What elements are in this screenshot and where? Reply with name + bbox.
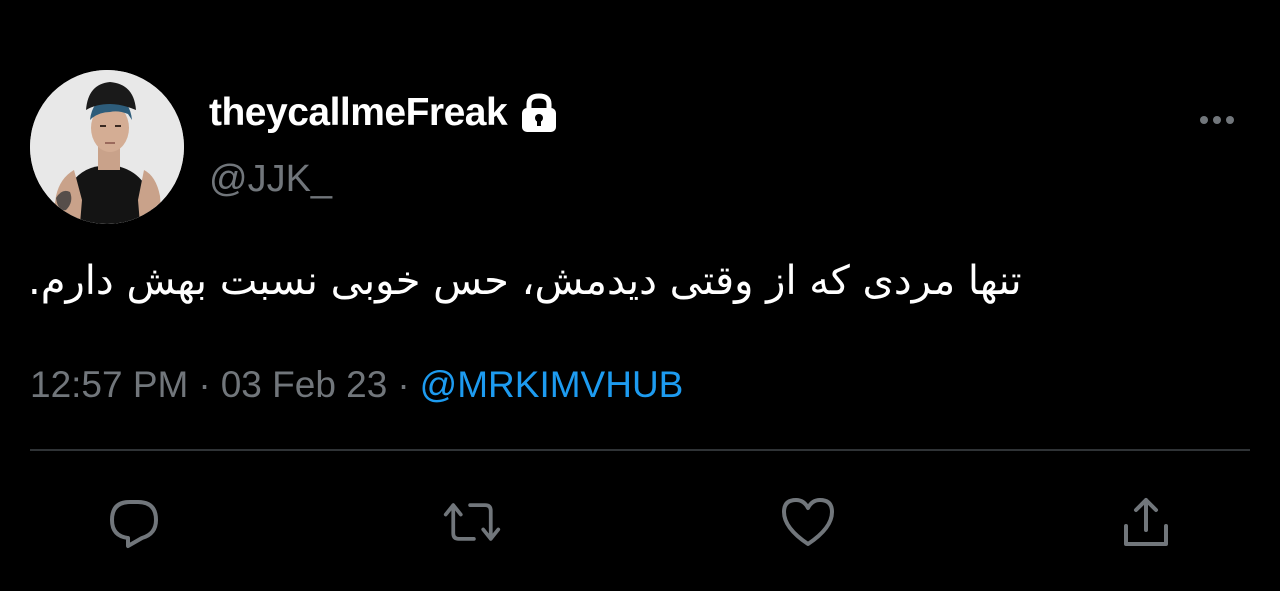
more-dots-icon (1200, 116, 1234, 124)
user-name-row: theycallmeFreak (209, 88, 559, 138)
heart-icon (782, 498, 834, 546)
profile-photo-icon (30, 70, 184, 224)
lock-icon (519, 93, 559, 133)
more-options-button[interactable] (1192, 104, 1242, 136)
display-name[interactable]: theycallmeFreak (209, 91, 508, 135)
retweet-button[interactable] (442, 492, 502, 552)
share-button[interactable] (1116, 492, 1176, 552)
reply-icon (110, 500, 158, 548)
retweet-icon (443, 503, 501, 541)
share-icon (1124, 498, 1168, 546)
tweet-time[interactable]: 12:57 PM (30, 364, 188, 405)
reply-button[interactable] (104, 492, 164, 552)
tweet-source-link[interactable]: @MRKIMVHUB (420, 364, 684, 405)
avatar[interactable] (30, 70, 184, 224)
divider (30, 449, 1250, 451)
tweet-date[interactable]: 03 Feb 23 (221, 364, 388, 405)
meta-separator: · (198, 364, 211, 405)
like-button[interactable] (778, 492, 838, 552)
user-handle[interactable]: @JJK_ (209, 158, 332, 201)
tweet-detail: theycallmeFreak @JJK_ تنها مردی که از وق… (0, 0, 1280, 591)
meta-separator: · (397, 364, 410, 405)
tweet-text: تنها مردی که از وقتی دیدمش، حس خوبی نسبت… (28, 258, 1022, 304)
tweet-meta: 12:57 PM · 03 Feb 23 · @MRKIMVHUB (30, 364, 683, 406)
